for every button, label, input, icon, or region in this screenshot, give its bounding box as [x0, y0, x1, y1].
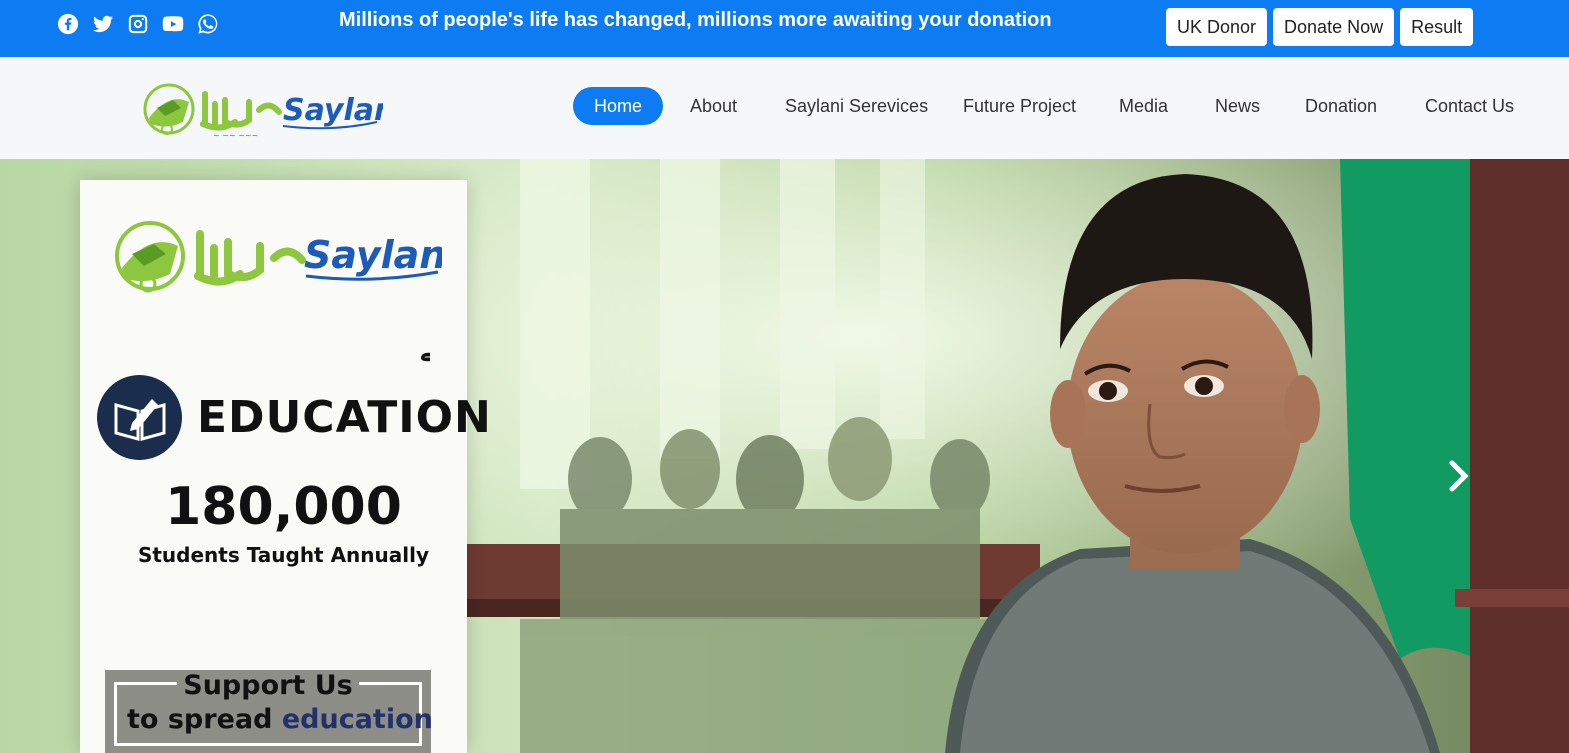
support-education-box[interactable]: Support Us to spread education — [105, 670, 433, 753]
nav-donation[interactable]: Donation — [1305, 87, 1377, 125]
students-label: Students Taught Annually — [137, 543, 430, 567]
svg-text:تعلیم ہی پاکستان کی ترقی کا ذر: تعلیم ہی پاکستان کی ترقی کا ذریعہ ہے — [420, 333, 430, 363]
donate-now-button[interactable]: Donate Now — [1273, 8, 1395, 46]
instagram-icon[interactable] — [126, 12, 149, 35]
education-heading: EDUCATION — [97, 375, 492, 460]
top-action-buttons: UK Donor Donate Now Result — [1166, 8, 1474, 46]
carousel-next-button[interactable] — [1446, 459, 1472, 493]
support-us-text: Support Us — [105, 670, 431, 701]
nav-about[interactable]: About — [690, 87, 737, 125]
whatsapp-icon[interactable] — [196, 12, 219, 35]
nav-news[interactable]: News — [1215, 87, 1260, 125]
donation-tagline: Millions of people's life has changed, m… — [339, 9, 1052, 31]
book-pencil-icon — [97, 375, 182, 460]
top-bar: Millions of people's life has changed, m… — [0, 0, 1569, 57]
nav-saylani-services[interactable]: Saylani Serevices — [785, 87, 928, 125]
svg-text:Saylani: Saylani — [304, 233, 442, 277]
facebook-icon[interactable] — [56, 12, 79, 35]
nav-home[interactable]: Home — [573, 87, 664, 125]
svg-text:Saylani: Saylani — [283, 93, 383, 128]
twitter-icon[interactable] — [91, 12, 114, 35]
students-count: 180,000 — [165, 477, 402, 537]
social-links — [56, 12, 219, 35]
youtube-icon[interactable] — [161, 12, 184, 35]
result-button[interactable]: Result — [1400, 8, 1474, 46]
svg-text:~ ~~ ~~~: ~ ~~ ~~~ — [213, 131, 258, 140]
nav-media[interactable]: Media — [1119, 87, 1168, 125]
education-banner-card: Saylani تعلیم ہی پاکستان کی ترقی کا ذریع… — [80, 180, 491, 753]
nav-contact-us[interactable]: Contact Us — [1425, 87, 1514, 125]
urdu-slogan: تعلیم ہی پاکستان کی ترقی کا ذریعہ ہے — [420, 333, 430, 363]
uk-donor-button[interactable]: UK Donor — [1166, 8, 1268, 46]
saylani-logo[interactable]: Saylani ~ ~~ ~~~ — [143, 82, 406, 140]
spread-education-text: to spread education — [127, 704, 433, 735]
education-label: EDUCATION — [197, 392, 492, 443]
nav-future-project[interactable]: Future Project — [963, 87, 1076, 125]
banner-saylani-logo: Saylani — [115, 221, 442, 293]
